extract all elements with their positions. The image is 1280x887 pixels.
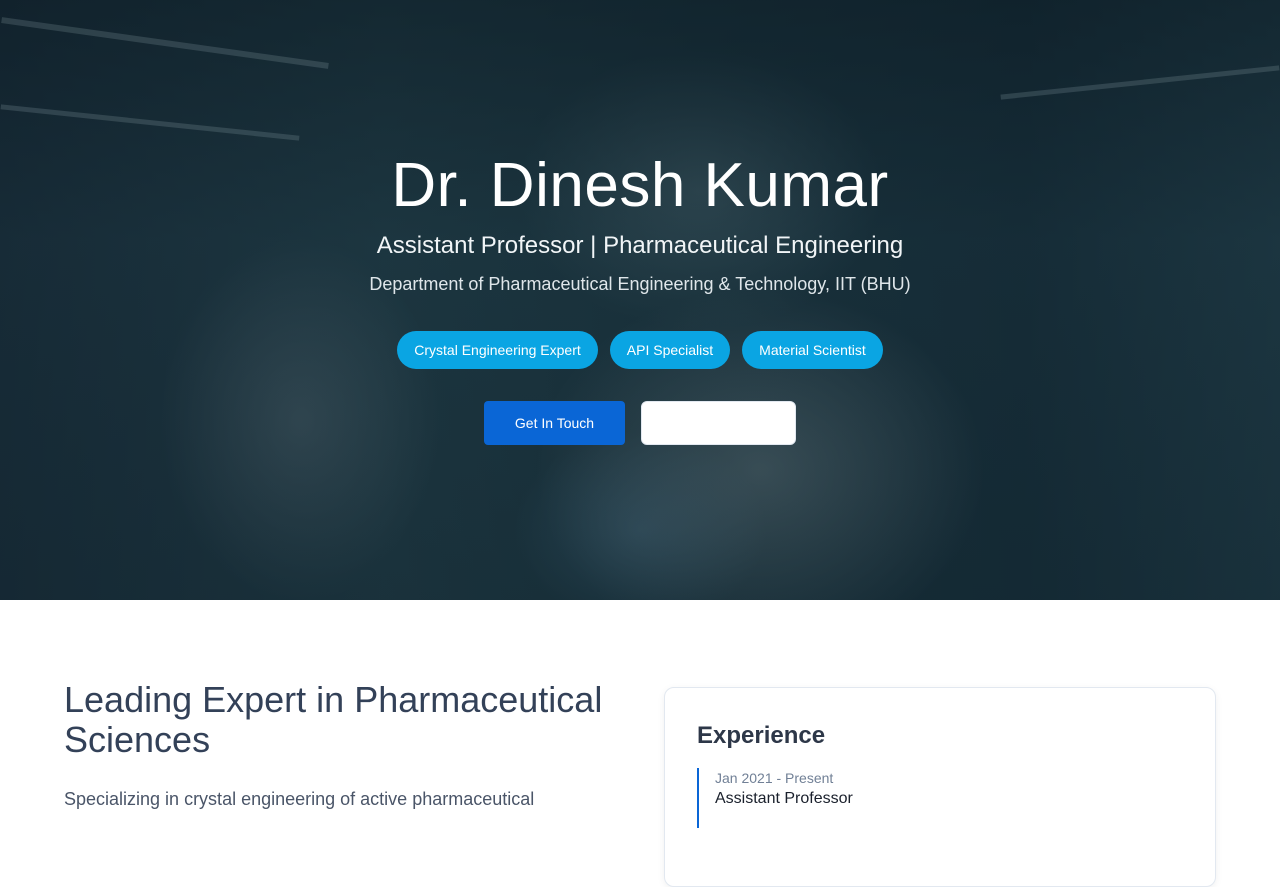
about-heading: Leading Expert in Pharmaceutical Science… xyxy=(64,679,603,760)
experience-item: Jan 2021 - Present Assistant Professor xyxy=(697,768,853,828)
hero-section: Dr. Dinesh Kumar Assistant Professor | P… xyxy=(0,0,1280,600)
about-intro: Specializing in crystal engineering of a… xyxy=(64,789,535,809)
hero-name: Dr. Dinesh Kumar xyxy=(391,151,889,220)
hero-background-image xyxy=(0,0,1280,600)
hero-actions: Get In Touch xyxy=(0,401,1280,445)
get-in-touch-button[interactable]: Get In Touch xyxy=(484,401,625,445)
about-section: Leading Expert in Pharmaceutical Science… xyxy=(0,600,1280,887)
tag-material-scientist[interactable]: Material Scientist xyxy=(742,331,883,369)
tag-api-specialist[interactable]: API Specialist xyxy=(609,331,731,369)
experience-role: Assistant Professor xyxy=(715,790,853,807)
tag-crystal-engineering[interactable]: Crystal Engineering Expert xyxy=(397,331,598,369)
experience-date: Jan 2021 - Present xyxy=(715,770,834,786)
experience-card: Experience Jan 2021 - Present Assistant … xyxy=(664,687,1216,887)
experience-title: Experience xyxy=(697,722,826,749)
secondary-button[interactable] xyxy=(641,401,796,445)
hero-subtitle: Assistant Professor | Pharmaceutical Eng… xyxy=(376,232,904,259)
hero-department: Department of Pharmaceutical Engineering… xyxy=(369,274,911,294)
expertise-tags: Crystal Engineering Expert API Specialis… xyxy=(0,331,1280,369)
